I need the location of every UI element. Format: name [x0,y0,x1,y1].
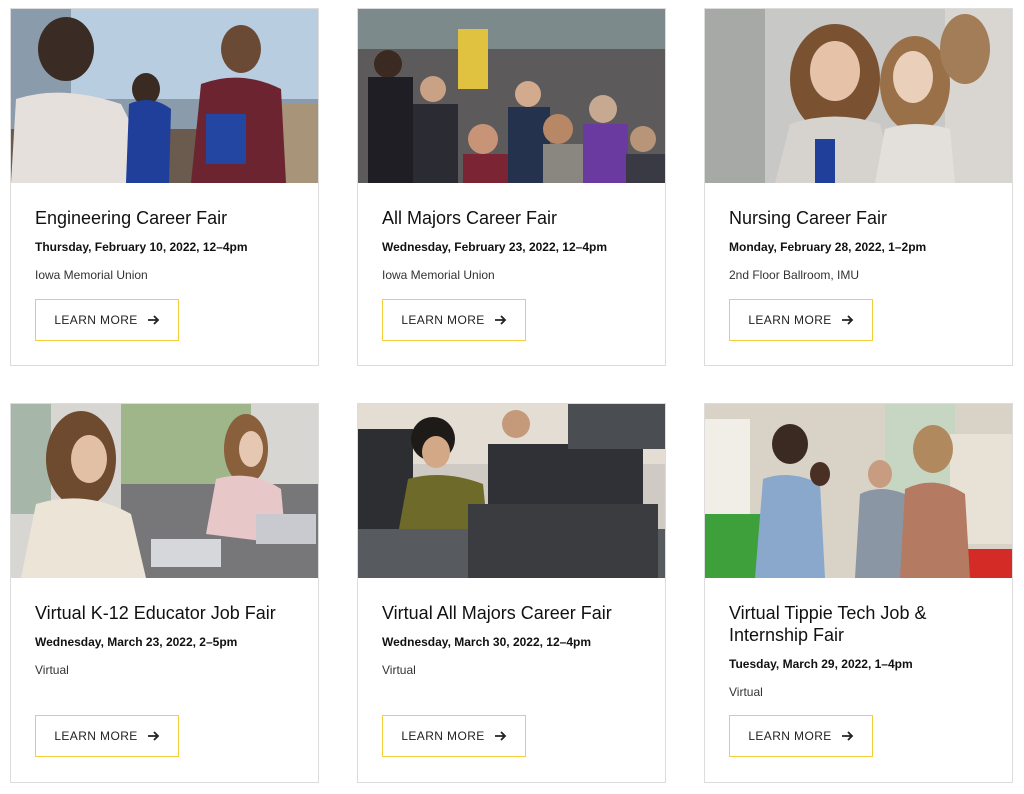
crowded-career-fair-photo [358,9,665,183]
event-location: Virtual [35,663,69,677]
event-title: All Majors Career Fair [382,208,558,228]
event-date: Thursday, February 10, 2022, 12–4pm [35,240,248,254]
event-card-all-majors: All Majors Career Fair Wednesday, Februa… [357,8,666,366]
card-body: Engineering Career Fair Thursday, Februa… [35,207,302,283]
button-label: LEARN MORE [54,729,138,743]
learn-more-button[interactable]: LEARN MORE [729,299,873,341]
event-location: 2nd Floor Ballroom, IMU [729,268,860,282]
event-title: Engineering Career Fair [35,208,228,228]
card-body: Virtual K-12 Educator Job Fair Wednesday… [35,602,302,678]
card-body: Virtual Tippie Tech Job & Internship Fai… [729,602,996,700]
arrow-right-icon [841,315,853,325]
button-label: LEARN MORE [401,313,485,327]
event-location: Virtual [382,663,416,677]
button-label: LEARN MORE [401,729,485,743]
event-location: Virtual [729,685,763,699]
employer-booth-photo [705,404,1012,578]
event-date: Wednesday, March 23, 2022, 2–5pm [35,635,238,649]
learn-more-button[interactable]: LEARN MORE [382,299,526,341]
arrow-right-icon [841,731,853,741]
computer-lab-student-photo [358,404,665,578]
event-date: Wednesday, February 23, 2022, 12–4pm [382,240,608,254]
learn-more-button[interactable]: LEARN MORE [35,715,179,757]
learn-more-button[interactable]: LEARN MORE [729,715,873,757]
arrow-right-icon [147,315,159,325]
event-card-tippie-tech: Virtual Tippie Tech Job & Internship Fai… [704,403,1013,783]
event-card-engineering: Engineering Career Fair Thursday, Februa… [10,8,319,366]
learn-more-button[interactable]: LEARN MORE [382,715,526,757]
card-body: Nursing Career Fair Monday, February 28,… [729,207,996,283]
button-label: LEARN MORE [748,729,832,743]
event-date: Tuesday, March 29, 2022, 1–4pm [729,657,913,671]
arrow-right-icon [494,731,506,741]
event-title: Nursing Career Fair [729,208,888,228]
smiling-nursing-students-photo [705,9,1012,183]
students-on-laptops-photo [11,404,318,578]
event-location: Iowa Memorial Union [382,268,495,282]
event-card-virtual-all-majors: Virtual All Majors Career Fair Wednesday… [357,403,666,783]
learn-more-button[interactable]: LEARN MORE [35,299,179,341]
button-label: LEARN MORE [54,313,138,327]
button-label: LEARN MORE [748,313,832,327]
event-location: Iowa Memorial Union [35,268,148,282]
card-body: All Majors Career Fair Wednesday, Februa… [382,207,649,283]
arrow-right-icon [494,315,506,325]
arrow-right-icon [147,731,159,741]
event-title: Virtual All Majors Career Fair [382,603,612,623]
event-date: Wednesday, March 30, 2022, 12–4pm [382,635,591,649]
event-card-k12-educator: Virtual K-12 Educator Job Fair Wednesday… [10,403,319,783]
event-card-nursing: Nursing Career Fair Monday, February 28,… [704,8,1013,366]
event-title: Virtual K-12 Educator Job Fair [35,603,276,623]
event-title: Virtual Tippie Tech Job & Internship Fai… [729,603,927,645]
event-date: Monday, February 28, 2022, 1–2pm [729,240,927,254]
students-networking-photo [11,9,318,183]
card-body: Virtual All Majors Career Fair Wednesday… [382,602,649,678]
